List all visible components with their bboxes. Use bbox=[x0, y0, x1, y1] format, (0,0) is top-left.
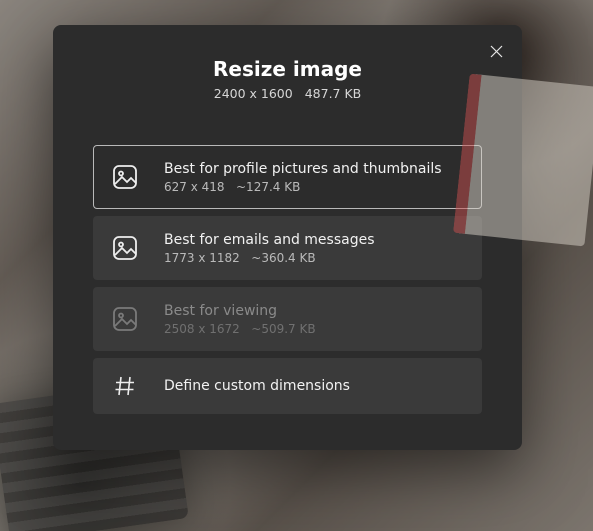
picture-icon bbox=[110, 304, 140, 334]
option-meta: 627 x 418 ~127.4 KB bbox=[164, 180, 442, 194]
option-viewing[interactable]: Best for viewing 2508 x 1672 ~509.7 KB bbox=[93, 287, 482, 351]
option-label: Define custom dimensions bbox=[164, 378, 350, 394]
picture-icon bbox=[110, 233, 140, 263]
dialog-header: Resize image 2400 x 1600 487.7 KB bbox=[53, 57, 522, 101]
background-image: Resize image 2400 x 1600 487.7 KB Best fo… bbox=[0, 0, 593, 531]
original-image-meta: 2400 x 1600 487.7 KB bbox=[53, 86, 522, 101]
option-label: Best for profile pictures and thumbnails bbox=[164, 161, 442, 177]
option-emails-messages[interactable]: Best for emails and messages 1773 x 1182… bbox=[93, 216, 482, 280]
option-meta: 1773 x 1182 ~360.4 KB bbox=[164, 251, 375, 265]
dialog-title: Resize image bbox=[53, 57, 522, 81]
option-label: Best for emails and messages bbox=[164, 232, 375, 248]
option-label: Best for viewing bbox=[164, 303, 316, 319]
original-size: 487.7 KB bbox=[305, 86, 362, 101]
original-dimensions: 2400 x 1600 bbox=[214, 86, 293, 101]
close-icon bbox=[490, 45, 503, 58]
picture-icon bbox=[110, 162, 140, 192]
resize-options-list: Best for profile pictures and thumbnails… bbox=[93, 145, 482, 414]
resize-image-dialog: Resize image 2400 x 1600 487.7 KB Best fo… bbox=[53, 25, 522, 450]
hash-icon bbox=[110, 371, 140, 401]
option-meta: 2508 x 1672 ~509.7 KB bbox=[164, 322, 316, 336]
option-custom-dimensions[interactable]: Define custom dimensions bbox=[93, 358, 482, 414]
option-profile-thumbnails[interactable]: Best for profile pictures and thumbnails… bbox=[93, 145, 482, 209]
close-button[interactable] bbox=[484, 39, 508, 63]
